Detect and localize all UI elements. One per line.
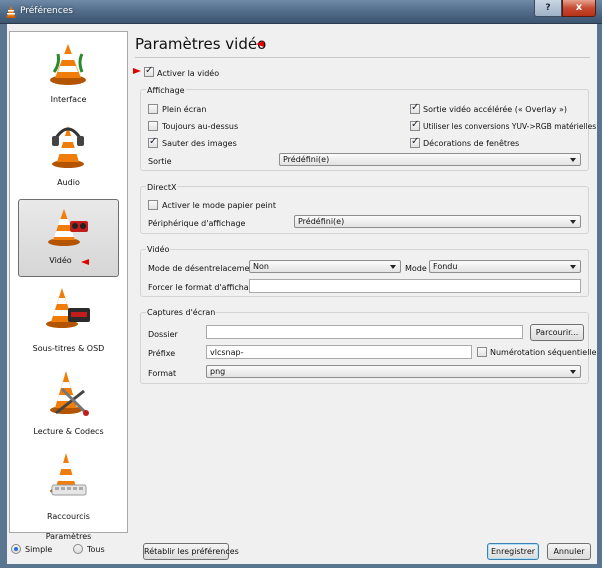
- sidebar-item-subtitles-osd[interactable]: Sous-titres & OSD: [10, 282, 127, 362]
- sidebar-item-video[interactable]: Vidéo: [10, 197, 127, 277]
- vlc-cone-headphones-icon: [52, 126, 84, 168]
- video-group-title: Vidéo: [146, 245, 171, 254]
- highlight-arrow-icon: [81, 259, 89, 265]
- display-device-select-value: Prédéfini(e): [298, 217, 345, 226]
- vlc-cone-icon: [6, 6, 16, 18]
- window-decorations-checkbox[interactable]: [410, 136, 420, 148]
- force-aspect-label: Forcer le format d'affichage: [148, 283, 259, 292]
- snapshots-group-title: Captures d'écran: [146, 308, 217, 317]
- format-select-value: png: [210, 367, 226, 376]
- directx-group-title: DirectX: [146, 183, 178, 192]
- vlc-cone-interface-icon: [50, 44, 86, 85]
- chevron-down-icon: [570, 265, 576, 269]
- prefix-input[interactable]: vlcsnap-: [206, 345, 472, 359]
- display-device-label: Périphérique d'affichage: [148, 219, 246, 228]
- yuv-rgb-label: Utiliser les conversions YUV->RGB matéri…: [423, 122, 597, 131]
- chevron-down-icon: [570, 220, 576, 224]
- format-label: Format: [148, 369, 177, 378]
- chevron-down-icon: [570, 158, 576, 162]
- always-on-top-checkbox[interactable]: [148, 121, 158, 131]
- all-radio[interactable]: [73, 544, 83, 554]
- force-aspect-input[interactable]: [249, 279, 581, 293]
- output-select-value: Prédéfini(e): [283, 155, 330, 164]
- close-button[interactable]: x: [562, 0, 596, 17]
- sidebar-item-hotkeys[interactable]: Raccourcis: [10, 447, 127, 527]
- folder-label: Dossier: [148, 330, 178, 339]
- enable-video-checkbox[interactable]: [144, 65, 154, 77]
- vlc-cone-display-icon: [46, 288, 90, 328]
- sidebar-item-label: Interface: [50, 95, 87, 104]
- vlc-cone-glasses-icon: [48, 209, 88, 246]
- deinterlace-select-value: Non: [253, 262, 269, 271]
- sidebar-item-label: Sous-titres & OSD: [32, 344, 105, 353]
- settings-mode-group: Paramètres Simple Tous: [9, 532, 128, 561]
- title-divider: [135, 57, 590, 58]
- sequential-numbering-label: Numérotation séquentielle: [490, 348, 597, 357]
- output-select[interactable]: Prédéfini(e): [279, 153, 581, 166]
- settings-mode-title: Paramètres: [45, 532, 92, 541]
- save-button[interactable]: Enregistrer: [487, 543, 539, 560]
- simple-radio-label: Simple: [25, 545, 53, 554]
- reset-preferences-button[interactable]: Rétablir les préférences: [143, 543, 239, 560]
- simple-radio[interactable]: [11, 544, 21, 554]
- help-button[interactable]: ?: [534, 0, 562, 17]
- output-label: Sortie: [148, 157, 172, 166]
- prefix-value: vlcsnap-: [210, 348, 244, 357]
- yuv-rgb-checkbox[interactable]: [410, 119, 420, 131]
- deinterlace-mode-label: Mode: [405, 264, 427, 273]
- all-radio-label: Tous: [87, 545, 105, 554]
- enable-video-highlight-arrow-icon: [133, 68, 141, 74]
- page-title: Paramètres vidéo: [135, 35, 266, 53]
- sidebar-item-playback-codecs[interactable]: Lecture & Codecs: [10, 365, 127, 445]
- sidebar-item-label: Raccourcis: [47, 512, 90, 521]
- always-on-top-label: Toujours au-dessus: [162, 122, 239, 131]
- sidebar-item-audio[interactable]: Audio: [10, 114, 127, 194]
- browse-button[interactable]: Parcourir...: [530, 324, 584, 341]
- category-sidebar: Interface Audio Vidéo Sous-titres & OSD …: [9, 31, 128, 533]
- window-frame-bottom: [0, 564, 602, 568]
- sequential-numbering-checkbox[interactable]: [477, 347, 487, 357]
- chevron-down-icon: [570, 370, 576, 374]
- format-select[interactable]: png: [206, 365, 581, 378]
- cancel-button[interactable]: Annuler: [547, 543, 591, 560]
- sidebar-item-label: Audio: [57, 178, 80, 187]
- window-frame-left: [0, 24, 7, 568]
- folder-input[interactable]: [206, 325, 523, 339]
- deinterlace-mode-select-value: Fondu: [433, 262, 458, 271]
- window-title: Préférences: [20, 6, 73, 16]
- overlay-checkbox[interactable]: [410, 102, 420, 114]
- sidebar-item-label: Vidéo: [49, 256, 72, 265]
- wallpaper-mode-label: Activer le mode papier peint: [162, 201, 276, 210]
- deinterlace-select[interactable]: Non: [249, 260, 401, 273]
- display-group-title: Affichage: [146, 86, 186, 95]
- deinterlace-label: Mode de désentrelacement: [148, 264, 258, 273]
- display-device-select[interactable]: Prédéfini(e): [294, 215, 581, 228]
- title-bar[interactable]: Préférences ? x: [0, 0, 602, 24]
- vlc-cone-tools-icon: [50, 371, 89, 416]
- skip-frames-checkbox[interactable]: [148, 136, 158, 148]
- deinterlace-mode-select[interactable]: Fondu: [429, 260, 581, 273]
- sidebar-item-interface[interactable]: Interface: [10, 32, 127, 112]
- chevron-down-icon: [390, 265, 396, 269]
- wallpaper-mode-checkbox[interactable]: [148, 200, 158, 210]
- skip-frames-label: Sauter des images: [162, 139, 237, 148]
- fullscreen-checkbox[interactable]: [148, 104, 158, 114]
- sidebar-item-label: Lecture & Codecs: [33, 427, 104, 436]
- window-decorations-label: Décorations de fenêtres: [423, 139, 520, 148]
- fullscreen-label: Plein écran: [162, 105, 207, 114]
- prefix-label: Préfixe: [148, 349, 176, 358]
- vlc-cone-keyboard-icon: [50, 453, 87, 496]
- enable-video-label: Activer la vidéo: [157, 69, 220, 78]
- overlay-label: Sortie vidéo accélérée (« Overlay »): [423, 105, 567, 114]
- title-highlight-arrow-icon: [256, 41, 264, 47]
- window-frame-right: [597, 24, 602, 568]
- page-title-text: Paramètres vidéo: [135, 35, 267, 53]
